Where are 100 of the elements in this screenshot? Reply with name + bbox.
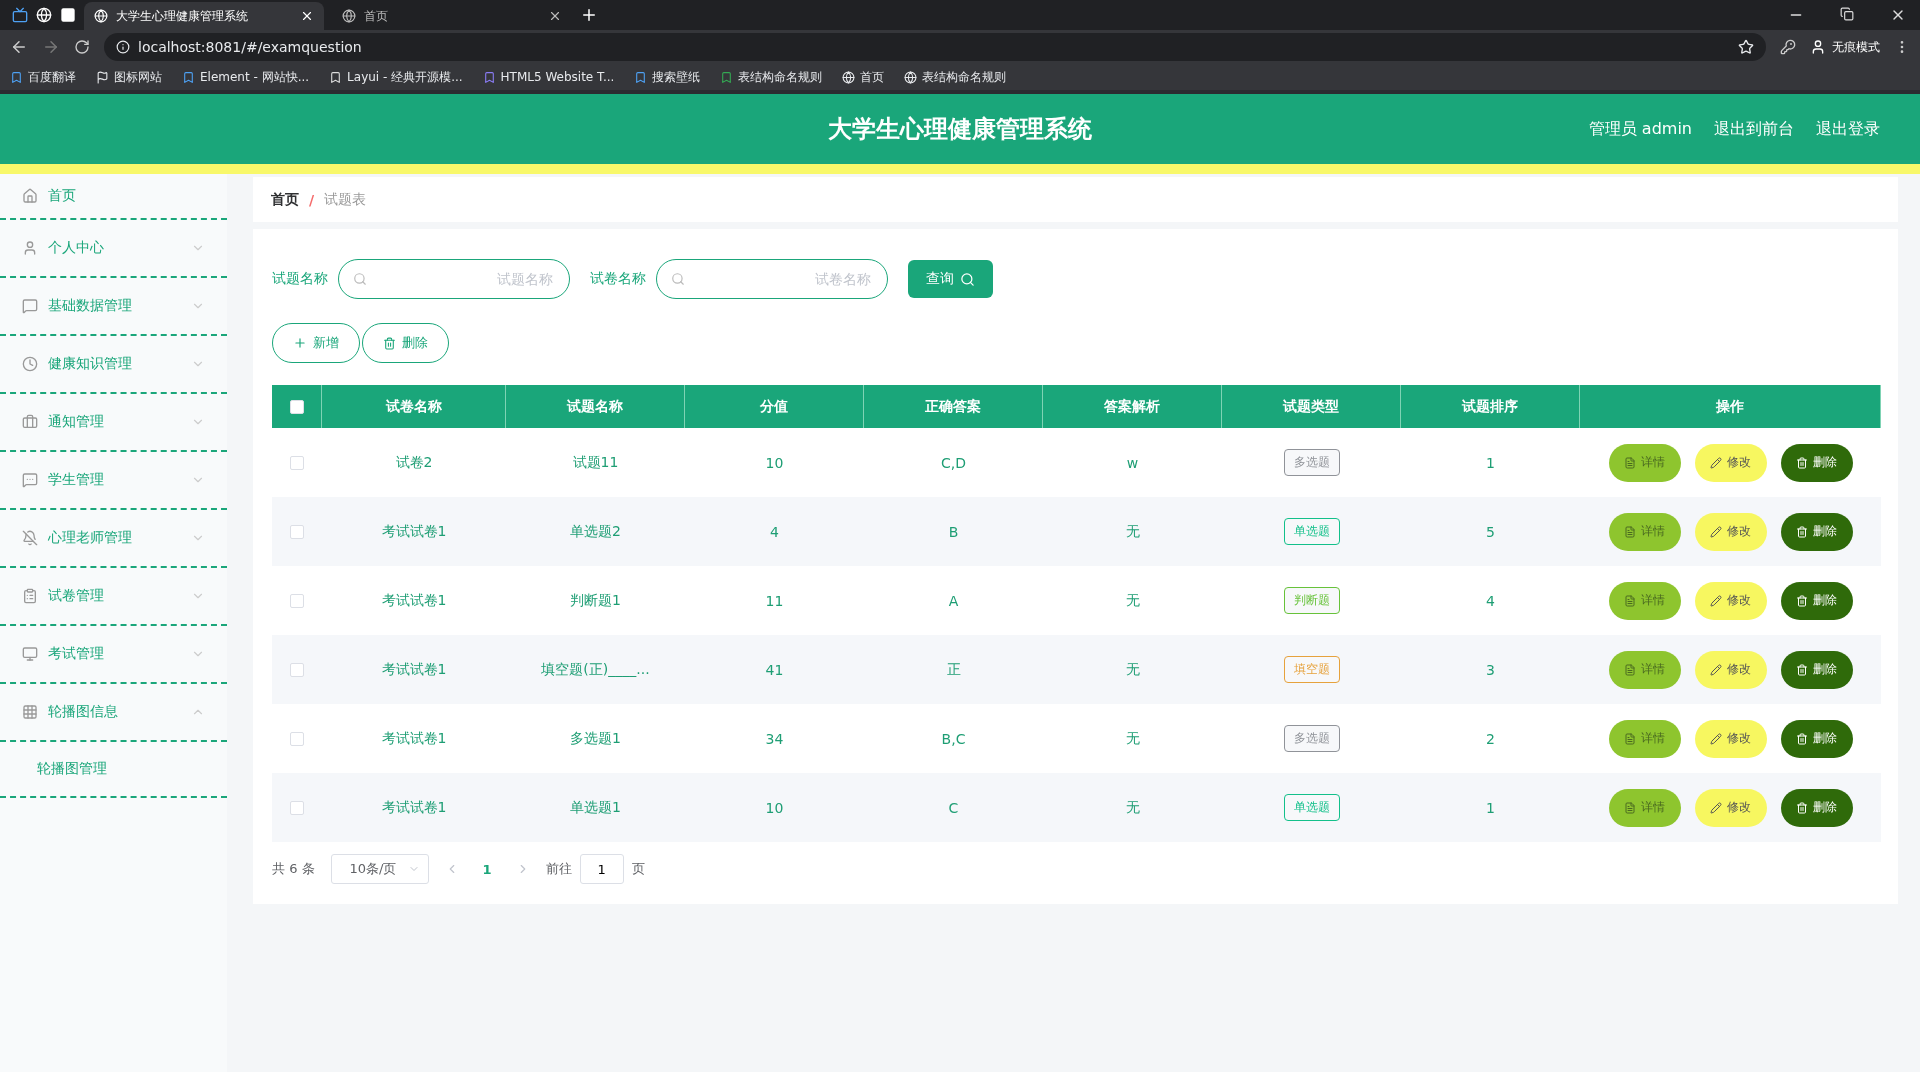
row-action-button[interactable]: 修改 (1694, 719, 1767, 758)
document-icon (1624, 801, 1636, 814)
search-input[interactable]: 试卷名称 (693, 270, 873, 288)
type-tag: 多选题 (1283, 449, 1340, 476)
bookmark-link[interactable]: 百度翻译 (10, 68, 76, 86)
pencil-icon (1710, 594, 1722, 607)
back-icon[interactable] (10, 38, 28, 56)
row-action-button[interactable]: 删除 (1780, 443, 1853, 482)
column-header: 试题名称 (506, 385, 685, 428)
globe-icon[interactable] (36, 7, 52, 23)
table-cell: 填空题(正)____... (506, 635, 685, 704)
row-action-button[interactable]: 删除 (1780, 581, 1853, 620)
row-action-button[interactable]: 删除 (1780, 512, 1853, 551)
row-action-button[interactable]: 删除 (1780, 650, 1853, 689)
bookmark-icon (329, 70, 343, 84)
bookmark-icon (634, 70, 648, 84)
address-bar[interactable]: localhost:8081/#/examquestion (104, 33, 1766, 61)
row-checkbox[interactable] (290, 662, 304, 677)
row-action-button[interactable]: 修改 (1694, 788, 1767, 827)
table-cell: 无 (1043, 635, 1222, 704)
row-action-button[interactable]: 修改 (1694, 512, 1767, 551)
globe-icon (842, 70, 856, 84)
table-cell: 单选题2 (506, 497, 685, 566)
app-icon[interactable] (12, 7, 28, 23)
document-icon (1624, 456, 1636, 469)
select-all-checkbox[interactable] (289, 399, 304, 414)
row-checkbox[interactable] (290, 731, 304, 746)
bookmark-link[interactable]: 表结构命名规则 (720, 68, 823, 86)
row-checkbox[interactable] (290, 593, 304, 608)
bookmark-link[interactable]: 首页 (842, 68, 885, 86)
key-icon[interactable] (1780, 39, 1796, 55)
document-icon (1624, 663, 1636, 676)
field-label: 试题名称 (272, 270, 328, 288)
search-icon (960, 271, 975, 287)
menu-item-icon (22, 240, 38, 256)
breadcrumb-separator: / (309, 191, 315, 208)
row-action-button[interactable]: 删除 (1780, 719, 1853, 758)
type-tag: 填空题 (1283, 656, 1340, 683)
close-icon[interactable] (300, 9, 314, 23)
new-tab-icon[interactable] (580, 6, 598, 24)
column-header: 试卷名称 (322, 385, 506, 428)
breadcrumb-current: 试题表 (324, 190, 367, 209)
browser-tab[interactable]: 首页 (332, 2, 572, 30)
restore-icon[interactable] (1840, 7, 1854, 21)
bookmark-link[interactable]: 图标网站 (96, 68, 162, 86)
reload-icon[interactable] (74, 39, 90, 55)
type-tag: 单选题 (1283, 794, 1340, 821)
pencil-icon (1710, 663, 1722, 676)
table-cell: 考试试卷1 (322, 635, 506, 704)
menu-item-icon (22, 530, 38, 546)
trash-icon (1796, 456, 1808, 469)
browser-tab[interactable]: 大学生心理健康管理系统 (84, 2, 324, 30)
globe-icon (94, 9, 108, 23)
column-header: 正确答案 (864, 385, 1043, 428)
user-icon (1810, 39, 1826, 55)
profile-button[interactable]: 无痕模式 (1810, 38, 1880, 56)
row-action-button[interactable]: 修改 (1694, 650, 1767, 689)
menu-item-icon (22, 704, 38, 720)
table-cell: C (864, 773, 1043, 842)
column-header: 答案解析 (1043, 385, 1222, 428)
star-icon[interactable] (1738, 39, 1754, 55)
bookmark-icon (182, 70, 195, 84)
row-action-button[interactable]: 修改 (1694, 581, 1767, 620)
app-title: 大学生心理健康管理系统 (828, 114, 1092, 145)
trash-icon (1796, 594, 1808, 607)
bookmark-icon (482, 70, 496, 84)
forward-icon[interactable] (42, 38, 60, 56)
table-cell: 10 (685, 773, 864, 842)
bookmark-link[interactable]: HTML5 Website T... (482, 70, 615, 84)
page-icon[interactable] (60, 7, 76, 23)
delete-button[interactable]: 删除 (362, 323, 449, 363)
bookmark-link[interactable]: 表结构命名规则 (904, 68, 1007, 86)
bookmark-link[interactable]: 搜索壁纸 (634, 68, 701, 86)
table-cell: 1 (1401, 773, 1580, 842)
page-suffix: 页 (631, 860, 645, 878)
page-input[interactable]: 1 (579, 854, 624, 884)
row-checkbox[interactable] (290, 800, 304, 815)
table-cell: 无 (1043, 773, 1222, 842)
search-icon (353, 272, 367, 286)
pencil-icon (1710, 525, 1722, 538)
page-size-select[interactable]: 10条/页 (330, 854, 429, 884)
trash-icon (1796, 663, 1808, 676)
row-checkbox[interactable] (290, 524, 304, 539)
pencil-icon (1710, 732, 1722, 745)
bookmark-link[interactable]: Element - 网站快... (182, 68, 310, 86)
menu-item-icon (22, 188, 38, 204)
row-action-button[interactable]: 删除 (1780, 788, 1853, 827)
table-cell: 考试试卷1 (322, 773, 506, 842)
total-count: 共 6 条 (272, 860, 315, 878)
row-action-button[interactable]: 修改 (1694, 443, 1767, 482)
type-tag: 判断题 (1283, 587, 1340, 614)
table-cell: 4 (685, 497, 864, 566)
row-checkbox[interactable] (290, 455, 304, 470)
search-input[interactable]: 试题名称 (375, 270, 555, 288)
close-icon[interactable] (548, 9, 562, 23)
column-header: 试题类型 (1222, 385, 1401, 428)
bookmark-link[interactable]: Layui - 经典开源模... (329, 68, 463, 86)
flag-icon (96, 70, 109, 84)
pencil-icon (1710, 801, 1722, 814)
breadcrumb-link[interactable]: 首页 (271, 190, 299, 209)
